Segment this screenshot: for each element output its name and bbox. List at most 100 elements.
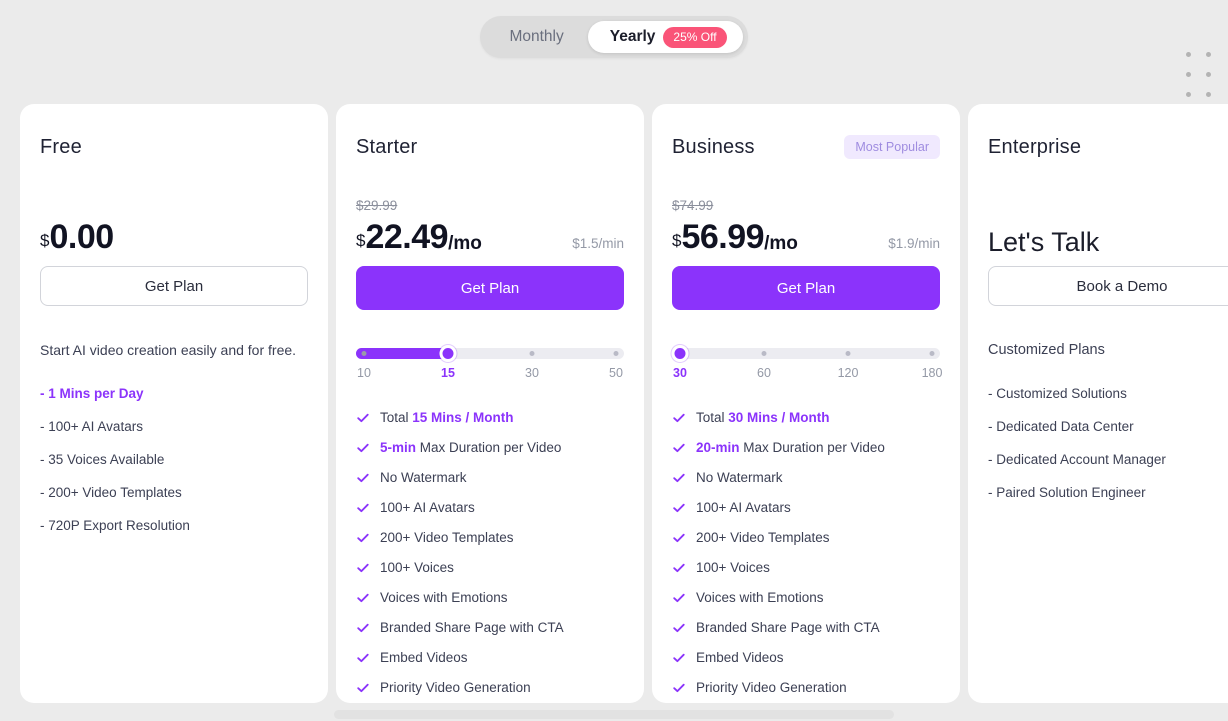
dot <box>1205 51 1211 57</box>
plan-header: Business Most Popular <box>672 124 940 170</box>
slider-tick-dot[interactable] <box>761 351 767 356</box>
check-icon <box>356 531 370 545</box>
feature-label: Voices with Emotions <box>696 590 824 605</box>
feature-label: No Watermark <box>380 470 467 485</box>
toggle-option-monthly-label: Monthly <box>509 28 564 45</box>
feature-item: 100+ AI Avatars <box>356 500 624 515</box>
feature-item: Branded Share Page with CTA <box>356 620 624 635</box>
minutes-slider[interactable]: 10 15 30 50 <box>356 340 624 388</box>
check-icon <box>356 651 370 665</box>
price-block: $0.00 <box>40 170 308 266</box>
pricing-cards-row: Free $0.00 Get Plan Start AI video creation… <box>20 104 1228 703</box>
slider-tick-label: 180 <box>921 366 943 380</box>
feature-label: 5-min Max Duration per Video <box>380 440 562 455</box>
feature-label: Total 15 Mins / Month <box>380 410 514 425</box>
feature-item: - Paired Solution Engineer <box>988 485 1228 500</box>
feature-item: Voices with Emotions <box>672 590 940 605</box>
feature-item: 200+ Video Templates <box>672 530 940 545</box>
feature-item: 20-min Max Duration per Video <box>672 440 940 455</box>
currency-symbol: $ <box>40 231 50 250</box>
pricing-card-business: Business Most Popular $74.99 $56.99/mo $1.9/… <box>652 104 960 703</box>
feature-label: Total 30 Mins / Month <box>696 410 830 425</box>
horizontal-scrollbar-thumb[interactable] <box>334 710 894 719</box>
get-plan-button[interactable]: Get Plan <box>356 266 624 310</box>
book-a-demo-button[interactable]: Book a Demo <box>988 266 1228 306</box>
feature-label: 100+ Voices <box>380 560 454 575</box>
feature-item: - 720P Export Resolution <box>40 518 308 533</box>
check-icon <box>356 681 370 695</box>
slider-tick-label: 10 <box>357 366 371 380</box>
price-amount: 22.49 <box>365 218 449 256</box>
currency-symbol: $ <box>356 231 366 250</box>
check-icon <box>356 501 370 515</box>
check-icon <box>356 591 370 605</box>
feature-item: Total 30 Mins / Month <box>672 410 940 425</box>
original-price: $74.99 <box>672 198 714 213</box>
feature-label: 20-min Max Duration per Video <box>696 440 885 455</box>
price-block: Let's Talk <box>988 170 1228 266</box>
plan-name: Free <box>40 135 82 158</box>
slider-tick-label: 15 <box>441 366 455 380</box>
most-popular-badge: Most Popular <box>844 134 940 160</box>
feature-label: 100+ AI Avatars <box>696 500 791 515</box>
feature-list: Total 15 Mins / Month 5-min Max Duration … <box>356 410 624 703</box>
feature-item: Embed Videos <box>356 650 624 665</box>
feature-label: Branded Share Page with CTA <box>380 620 564 635</box>
slider-tick-dot[interactable] <box>845 351 851 356</box>
check-icon <box>672 501 686 515</box>
slider-tick-dot[interactable] <box>929 351 935 356</box>
slider-track[interactable] <box>672 348 940 359</box>
slider-tick-dot[interactable] <box>613 351 619 356</box>
feature-item: Embed Videos <box>672 650 940 665</box>
check-icon <box>356 621 370 635</box>
slider-tick-dot[interactable] <box>529 351 535 356</box>
feature-label: Dedicated Account Manager <box>996 452 1166 467</box>
toggle-option-yearly[interactable]: Yearly 25% Off <box>587 21 743 53</box>
feature-label: 200+ Video Templates <box>380 530 514 545</box>
pricing-card-starter: Starter $29.99 $22.49/mo $1.5/min Get Plan 10… <box>336 104 644 703</box>
feature-label: 200+ Video Templates <box>696 530 830 545</box>
check-icon <box>356 441 370 455</box>
feature-item: - 35 Voices Available <box>40 452 308 467</box>
slider-handle[interactable] <box>439 345 457 362</box>
feature-dash-icon: - <box>988 452 997 467</box>
feature-label: 100+ AI Avatars <box>48 419 143 434</box>
slider-tick-dot[interactable] <box>361 351 367 356</box>
check-icon <box>356 471 370 485</box>
feature-dash-icon: - <box>988 419 997 434</box>
feature-label: 35 Voices Available <box>48 452 165 467</box>
feature-dash-icon: - <box>40 518 49 533</box>
slider-tick-label: 60 <box>757 366 771 380</box>
feature-label: 200+ Video Templates <box>48 485 182 500</box>
check-icon <box>672 591 686 605</box>
toggle-option-yearly-label: Yearly <box>609 28 656 45</box>
horizontal-scrollbar[interactable] <box>0 708 1228 721</box>
check-icon <box>672 531 686 545</box>
get-plan-button[interactable]: Get Plan <box>672 266 940 310</box>
check-icon <box>672 561 686 575</box>
toggle-option-monthly[interactable]: Monthly <box>485 21 587 53</box>
check-icon <box>672 651 686 665</box>
currency-symbol: $ <box>672 231 682 250</box>
billing-toggle-container: Monthly Yearly 25% Off <box>0 16 1228 58</box>
feature-list: - Customized Solutions - Dedicated Data C… <box>988 386 1228 500</box>
price-amount: 0.00 <box>49 218 114 256</box>
billing-toggle[interactable]: Monthly Yearly 25% Off <box>480 16 748 58</box>
get-plan-button[interactable]: Get Plan <box>40 266 308 306</box>
feature-item: - Customized Solutions <box>988 386 1228 401</box>
feature-item: 100+ Voices <box>356 560 624 575</box>
feature-dash-icon: - <box>988 485 997 500</box>
feature-dash-icon: - <box>988 386 997 401</box>
feature-item: Priority Video Generation <box>672 680 940 695</box>
feature-item: Total 15 Mins / Month <box>356 410 624 425</box>
feature-item: Priority Video Generation <box>356 680 624 695</box>
plan-header: Free <box>40 124 308 170</box>
minutes-slider[interactable]: 30 60 120 180 <box>671 340 943 388</box>
check-icon <box>356 561 370 575</box>
feature-label: Branded Share Page with CTA <box>696 620 880 635</box>
slider-handle[interactable] <box>671 345 689 362</box>
feature-item: 100+ AI Avatars <box>672 500 940 515</box>
dot <box>1205 91 1211 97</box>
feature-item: 200+ Video Templates <box>356 530 624 545</box>
plan-name: Business <box>672 135 755 158</box>
